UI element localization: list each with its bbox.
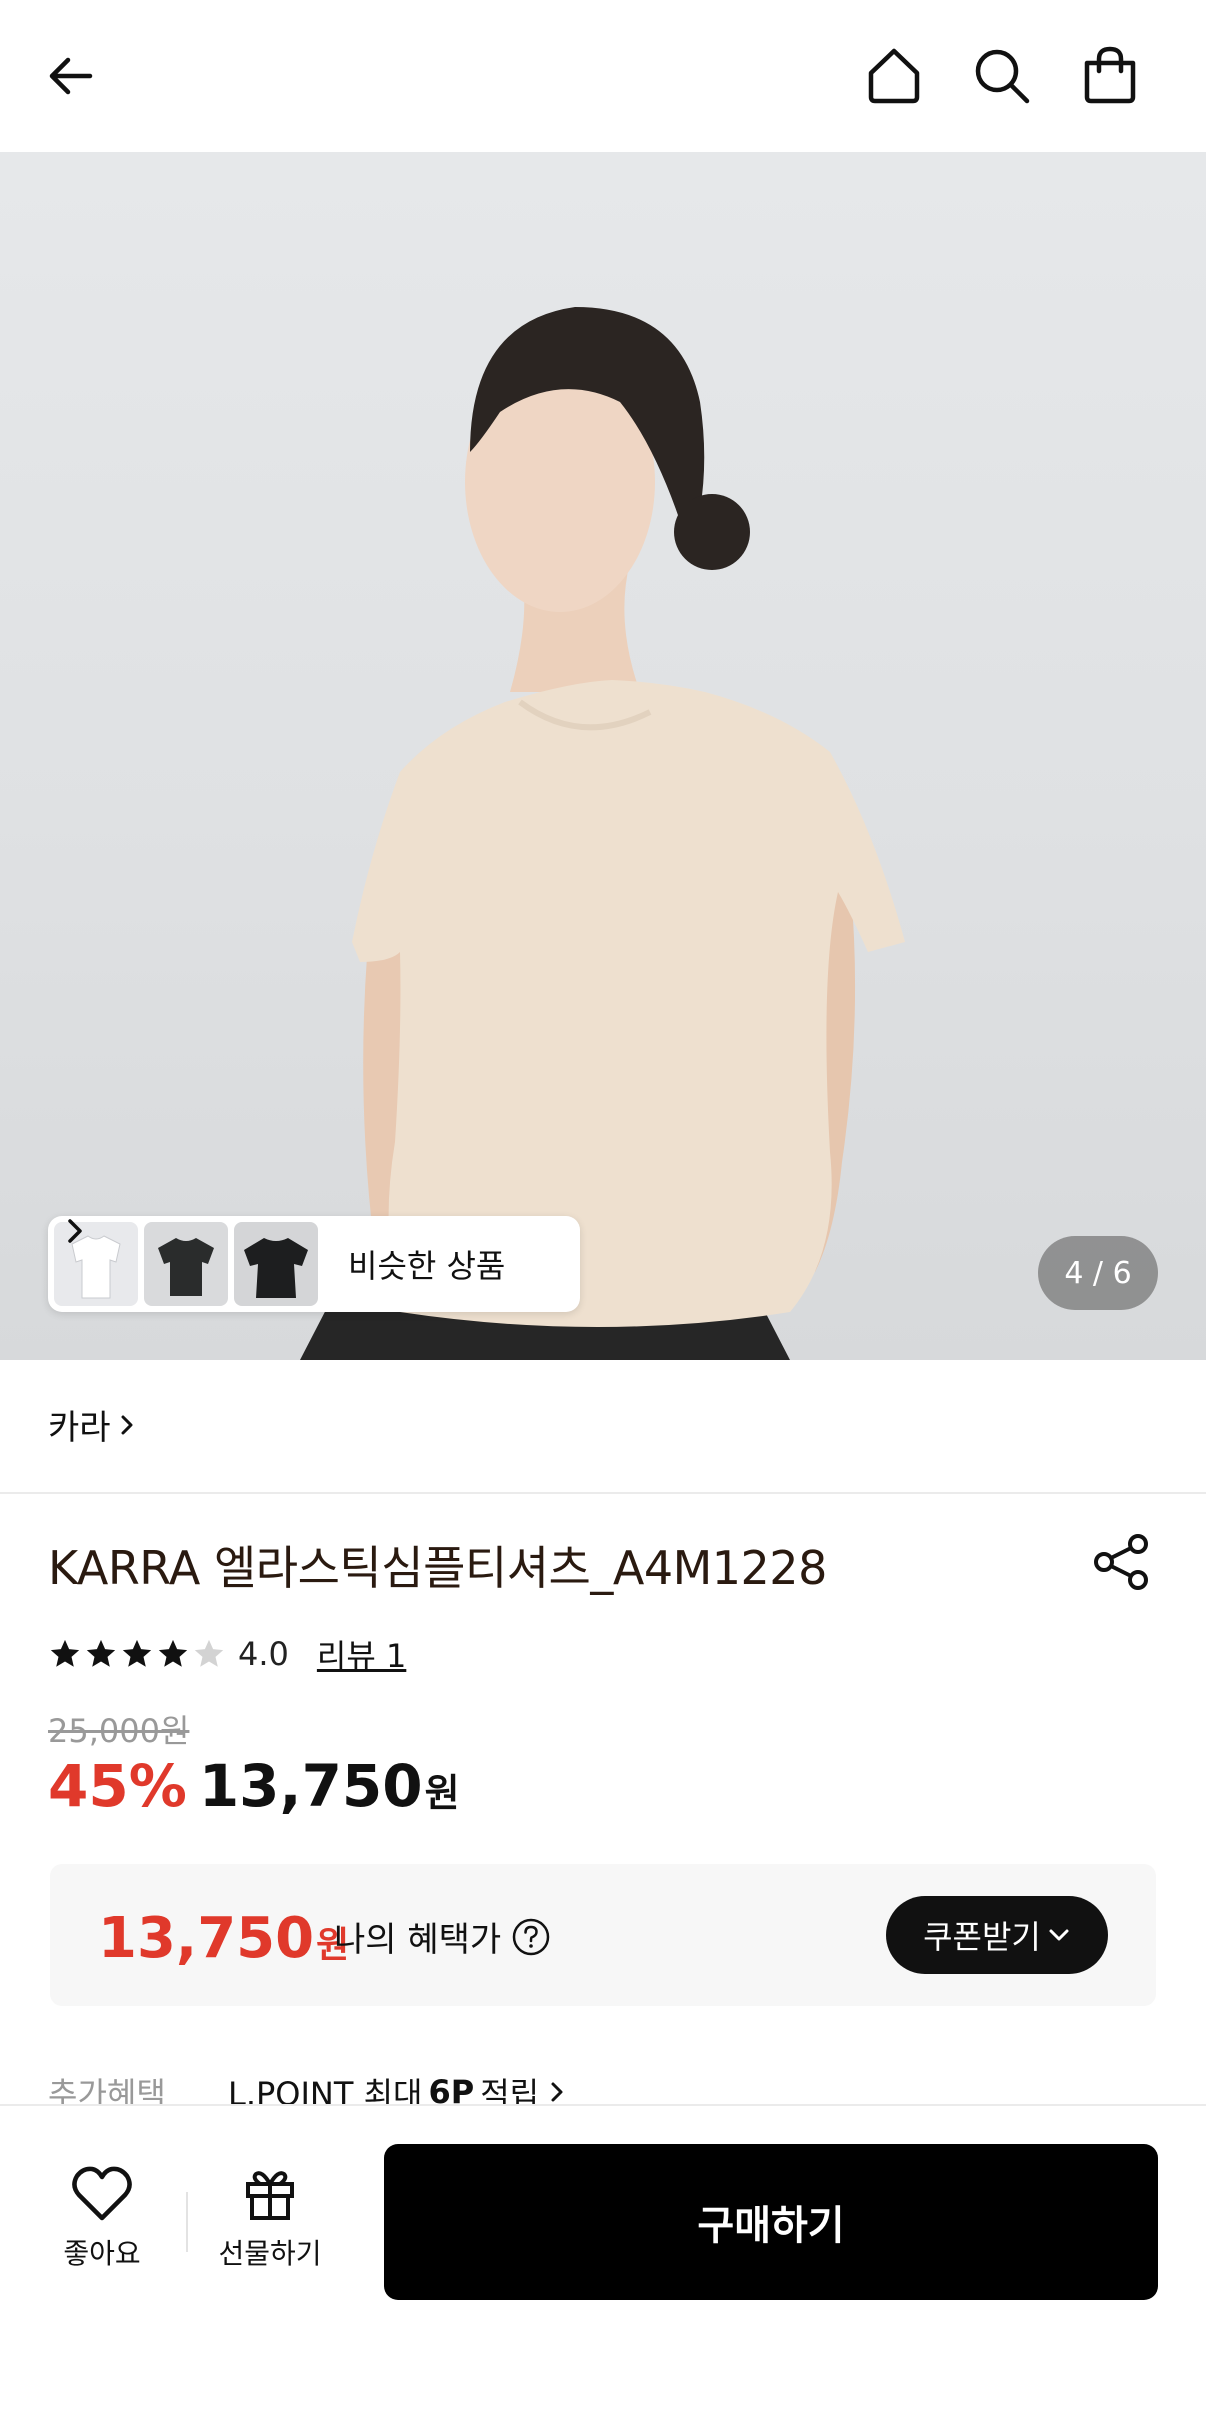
similar-products-button[interactable]: 비슷한 상품 — [48, 1216, 580, 1312]
chevron-right-icon — [551, 2082, 563, 2102]
image-page-indicator: 4 / 6 — [1038, 1236, 1158, 1310]
arrow-left-icon — [49, 57, 93, 95]
product-title: KARRA 엘라스틱심플티셔츠_A4M1228 — [48, 1541, 827, 1595]
rating-row: 4.0 리뷰 1 — [48, 1630, 406, 1678]
brand-link[interactable]: 카라 — [48, 1400, 137, 1449]
benefit-label: 나의 혜택가 — [334, 1912, 551, 1961]
star-empty-icon — [194, 1639, 224, 1667]
back-button[interactable] — [36, 40, 108, 112]
coupon-button-label: 쿠폰받기 — [923, 1918, 1041, 1956]
benefit-price: 13,750 원 — [98, 1906, 349, 1971]
similar-products-label: 비슷한 상품 — [348, 1247, 506, 1285]
gift-icon — [246, 2171, 294, 2220]
benefit-label-text: 나의 혜택가 — [334, 1920, 502, 1960]
heart-icon — [72, 2166, 132, 2221]
sale-price-unit: 원 — [424, 1771, 460, 1815]
product-image-gallery[interactable]: 비슷한 상품 4 / 6 — [0, 152, 1206, 1360]
divider — [186, 2192, 188, 2252]
home-button[interactable] — [858, 40, 930, 112]
similar-product-thumbnail — [234, 1222, 318, 1306]
help-icon[interactable] — [511, 1917, 551, 1957]
tshirt-thumbnail-icon — [158, 1238, 214, 1296]
coupon-button[interactable]: 쿠폰받기 — [886, 1896, 1108, 1974]
bottom-action-bar: 좋아요 선물하기 구매하기 — [0, 2104, 1206, 2436]
chevron-right-icon — [68, 1219, 82, 1243]
gift-label: 선물하기 — [218, 2237, 322, 2270]
chevron-down-icon — [1049, 1929, 1069, 1941]
share-icon — [1094, 1534, 1148, 1590]
review-link[interactable]: 리뷰 1 — [317, 1631, 406, 1677]
gift-button[interactable]: 선물하기 — [206, 2166, 334, 2276]
like-label: 좋아요 — [63, 2237, 141, 2270]
original-price: 25,000원 — [48, 1712, 190, 1750]
search-icon — [975, 49, 1030, 104]
discount-rate: 45% — [48, 1752, 187, 1820]
sale-price-row: 45% 13,750 원 — [48, 1752, 460, 1820]
star-filled-icon — [158, 1639, 188, 1667]
divider — [0, 1492, 1206, 1494]
buy-button[interactable]: 구매하기 — [384, 2144, 1158, 2300]
star-filled-icon — [122, 1639, 152, 1667]
similar-product-thumbnail — [144, 1222, 228, 1306]
cart-button[interactable] — [1074, 40, 1146, 112]
chevron-right-icon — [121, 1415, 133, 1434]
like-button[interactable]: 좋아요 — [44, 2166, 160, 2276]
product-photo — [300, 307, 905, 1360]
shopping-bag-icon — [1084, 46, 1136, 104]
home-icon — [868, 48, 920, 104]
brand-name: 카라 — [48, 1408, 111, 1448]
top-nav-bar — [0, 0, 1206, 152]
tshirt-thumbnail-icon — [244, 1238, 308, 1298]
rating-value: 4.0 — [238, 1635, 289, 1673]
search-button[interactable] — [966, 40, 1038, 112]
benefit-price-value: 13,750 — [98, 1906, 315, 1971]
sale-price: 13,750 — [198, 1752, 423, 1820]
star-filled-icon — [50, 1639, 80, 1667]
star-filled-icon — [86, 1639, 116, 1667]
benefit-price-box: 13,750 원 나의 혜택가 쿠폰받기 — [50, 1864, 1156, 2006]
share-button[interactable] — [1090, 1530, 1154, 1594]
